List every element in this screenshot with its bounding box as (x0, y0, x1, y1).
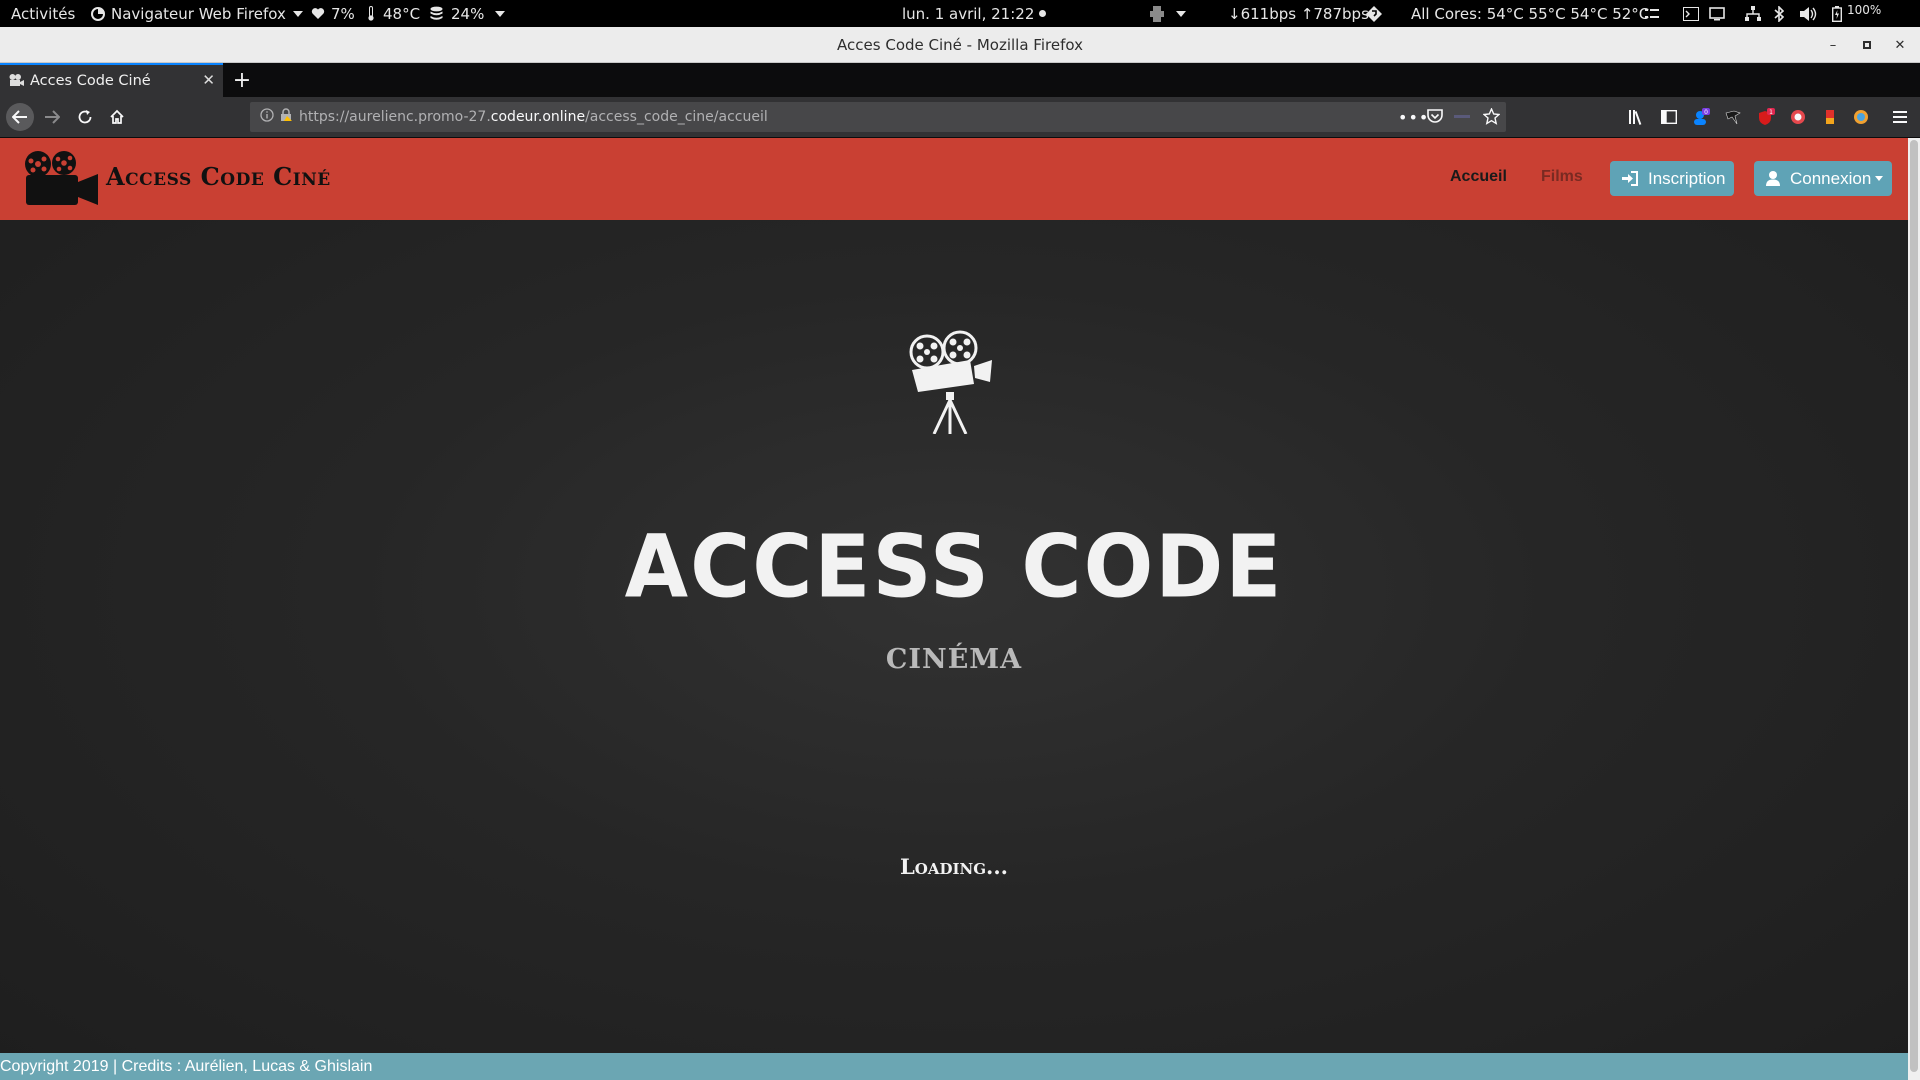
extension-privacy-icon[interactable] (1788, 107, 1808, 127)
cpu-value: 7% (331, 4, 355, 23)
activities-label: Activités (11, 4, 76, 23)
tab-strip: Acces Code Ciné ✕ + (0, 63, 1920, 97)
login-dropdown-button[interactable]: Connexion (1754, 161, 1892, 196)
tab-active[interactable]: Acces Code Ciné ✕ (0, 63, 223, 97)
extension-globe-icon[interactable] (1851, 107, 1871, 127)
user-icon (1766, 171, 1780, 186)
insecure-lock-icon[interactable] (279, 108, 293, 126)
url-host: codeur.online (490, 109, 586, 125)
tab-title: Acces Code Ciné (30, 73, 151, 89)
hamburger-menu-icon[interactable] (1890, 107, 1910, 127)
url-bar[interactable]: https://aurelienc.promo-27.codeur.online… (250, 102, 1506, 132)
library-icon[interactable] (1627, 107, 1647, 127)
network-wired-icon[interactable] (1745, 0, 1761, 27)
url-path: /access_code_cine/accueil (585, 109, 768, 125)
clock-label: lun. 1 avril, 21:22 (902, 4, 1035, 23)
battery-icon (1832, 5, 1842, 22)
menu-list-icon[interactable] (1645, 0, 1659, 27)
cores-temperature: All Cores: 54°C 55°C 54°C 52°C (1411, 0, 1649, 27)
movie-camera-logo-icon[interactable] (22, 150, 98, 208)
extension-ublock-icon[interactable]: 1 (1756, 107, 1776, 127)
footer-text: Copyright 2019 | Credits : Aurélien, Luc… (0, 1057, 373, 1075)
system-top-bar: Activités Navigateur Web Firefox 7% 48°C… (0, 0, 1920, 27)
bluetooth-icon[interactable] (1774, 0, 1784, 27)
extension-account-icon[interactable]: 0 (1691, 107, 1711, 127)
diamond-icon[interactable] (1366, 0, 1382, 27)
battery-indicator[interactable]: 100% (1832, 0, 1881, 27)
reload-button[interactable] (71, 103, 99, 131)
chevron-down-icon (495, 10, 506, 17)
app-menu-label: Navigateur Web Firefox (111, 4, 286, 23)
info-icon[interactable] (260, 108, 274, 126)
site-navbar: Access Code Ciné Accueil Films Inscripti… (0, 138, 1908, 220)
badge-count-1: 1 (1769, 109, 1773, 116)
chevron-down-icon (292, 10, 303, 17)
keyboard-icon (1150, 5, 1164, 22)
disk-indicator[interactable]: 24% (430, 0, 506, 27)
database-icon (430, 6, 443, 21)
site-brand[interactable]: Access Code Ciné (106, 162, 331, 191)
extension-color-icon[interactable] (1820, 107, 1840, 127)
network-speed: ↓611bps ↑787bps (1228, 0, 1369, 27)
page-scrollbar[interactable] (1908, 138, 1920, 1080)
site-footer: Copyright 2019 | Credits : Aurélien, Luc… (0, 1053, 1908, 1080)
signup-label: Inscription (1648, 168, 1726, 188)
notification-dot-icon (1039, 10, 1047, 17)
signup-button[interactable]: Inscription (1610, 161, 1734, 196)
terminal-icon[interactable] (1683, 0, 1699, 27)
forward-button[interactable] (38, 103, 66, 131)
badge-count-0: 0 (1704, 109, 1708, 116)
temperature-indicator[interactable]: 48°C (367, 0, 420, 27)
url-text: https://aurelienc.promo-27.codeur.online… (299, 109, 768, 125)
activities-button[interactable]: Activités (11, 0, 75, 27)
web-page: Access Code Ciné Accueil Films Inscripti… (0, 138, 1908, 1080)
sign-in-icon (1622, 171, 1638, 186)
sidebar-icon[interactable] (1659, 107, 1679, 127)
scrollbar-thumb[interactable] (1910, 140, 1918, 1072)
login-label: Connexion (1790, 168, 1872, 188)
disk-value: 24% (451, 4, 485, 23)
firefox-app-icon (91, 6, 105, 21)
network-speed-value: ↓611bps ↑787bps (1228, 4, 1369, 23)
pocket-icon[interactable] (1427, 109, 1443, 128)
input-method-indicator[interactable] (1150, 0, 1186, 27)
extension-bird-icon[interactable] (1723, 107, 1743, 127)
home-button[interactable] (103, 103, 131, 131)
nav-link-films[interactable]: Films (1541, 168, 1583, 186)
cpu-indicator[interactable]: 7% (311, 0, 355, 27)
minimize-button[interactable]: – (1821, 27, 1845, 63)
window-title: Acces Code Ciné - Mozilla Firefox (837, 36, 1083, 54)
thermometer-icon (367, 6, 375, 21)
new-tab-button[interactable]: + (232, 63, 252, 97)
temperature-value: 48°C (383, 4, 421, 23)
clock[interactable]: lun. 1 avril, 21:22 (902, 0, 1047, 27)
film-projector-icon (909, 330, 992, 434)
bookmark-star-icon[interactable] (1482, 107, 1501, 129)
back-button[interactable] (6, 103, 34, 131)
nav-link-accueil[interactable]: Accueil (1450, 168, 1507, 186)
hero-subtitle: CINÉMA (885, 644, 1023, 675)
chevron-down-icon (1875, 176, 1884, 181)
close-window-button[interactable]: ✕ (1888, 27, 1912, 63)
reader-view-icon[interactable] (1454, 115, 1470, 118)
cores-temperature-value: All Cores: 54°C 55°C 54°C 52°C (1411, 4, 1650, 23)
heart-pulse-icon (311, 7, 325, 20)
page-actions-icon[interactable]: ••• (1398, 108, 1429, 127)
chevron-down-icon (1176, 10, 1186, 17)
hero-title: ACCESS CODE (624, 517, 1284, 618)
maximize-button[interactable] (1855, 27, 1879, 63)
camera-favicon-icon (8, 73, 24, 89)
battery-value: 100% (1847, 2, 1882, 17)
url-prefix: https://aurelienc.promo-27. (299, 109, 491, 125)
browser-toolbar: https://aurelienc.promo-27.codeur.online… (0, 97, 1920, 138)
screen-icon[interactable] (1709, 0, 1725, 27)
loading-text: Loading... (900, 854, 1008, 879)
window-title-bar: Acces Code Ciné - Mozilla Firefox – ✕ (0, 27, 1920, 63)
tab-close-icon[interactable]: ✕ (202, 71, 215, 89)
volume-icon[interactable] (1800, 0, 1818, 27)
app-menu[interactable]: Navigateur Web Firefox (91, 0, 303, 27)
